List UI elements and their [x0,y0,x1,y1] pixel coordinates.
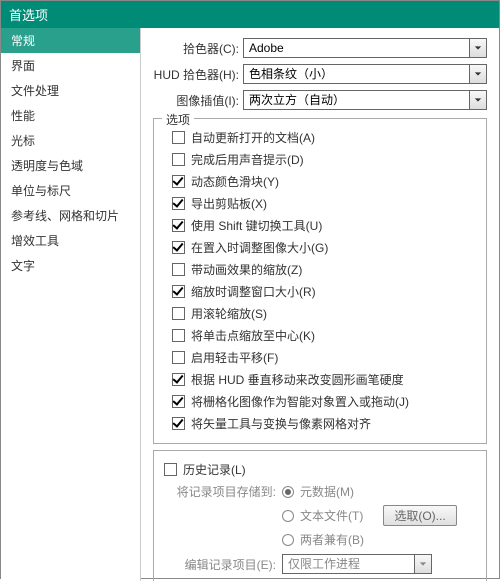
option-label: 将单击点缩放至中心(K) [191,327,315,344]
option-checkbox[interactable] [172,329,185,342]
image-interp-label: 图像插值(I): [153,92,243,109]
content-area: 常规界面文件处理性能光标透明度与色域单位与标尺参考线、网格和切片增效工具文字 拾… [1,28,499,581]
edit-items-value: 仅限工作进程 [282,554,414,574]
image-interp-select[interactable]: 两次立方（自动） [243,90,487,110]
option-checkbox[interactable] [172,351,185,364]
option-label: 使用 Shift 键切换工具(U) [191,217,322,234]
category-sidebar: 常规界面文件处理性能光标透明度与色域单位与标尺参考线、网格和切片增效工具文字 [1,28,141,581]
dropdown-icon[interactable] [469,38,487,58]
sidebar-item[interactable]: 文字 [1,253,140,278]
save-to-radio[interactable] [282,510,294,522]
dropdown-icon[interactable] [414,554,432,574]
sidebar-item[interactable]: 增效工具 [1,228,140,253]
hud-picker-label: HUD 拾色器(H): [153,66,243,83]
radio-label: 两者兼有(B) [300,531,364,548]
option-label: 完成后用声音提示(D) [191,151,304,168]
hud-picker-value: 色相条纹（小） [243,64,469,84]
save-to-radio[interactable] [282,486,294,498]
sidebar-item[interactable]: 透明度与色域 [1,153,140,178]
option-label: 在置入时调整图像大小(G) [191,239,328,256]
option-label: 缩放时调整窗口大小(R) [191,283,316,300]
history-log-checkbox[interactable] [164,463,177,476]
sidebar-item[interactable]: 参考线、网格和切片 [1,203,140,228]
edit-items-select[interactable]: 仅限工作进程 [282,554,432,574]
option-checkbox[interactable] [172,285,185,298]
option-checkbox[interactable] [172,307,185,320]
sidebar-item[interactable]: 单位与标尺 [1,178,140,203]
option-checkbox[interactable] [172,263,185,276]
sidebar-item[interactable]: 光标 [1,128,140,153]
option-label: 将矢量工具与变换与像素网格对齐 [191,415,371,432]
history-log-label: 历史记录(L) [183,461,246,478]
option-checkbox[interactable] [172,219,185,232]
option-label: 根据 HUD 垂直移动来改变圆形画笔硬度 [191,371,404,388]
option-checkbox[interactable] [172,241,185,254]
color-picker-value: Adobe [243,38,469,58]
save-to-label: 将记录项目存储到: [172,483,282,500]
option-label: 带动画效果的缩放(Z) [191,261,302,278]
option-checkbox[interactable] [172,153,185,166]
option-label: 将栅格化图像作为智能对象置入或拖动(J) [191,393,409,410]
history-fieldset: 历史记录(L) 将记录项目存储到: 元数据(M) 文本文件(T) 选取(O)... 两… [153,450,487,581]
image-interp-value: 两次立方（自动） [243,90,469,110]
radio-label: 文本文件(T) [300,507,363,524]
options-fieldset: 选项 自动更新打开的文档(A)完成后用声音提示(D)动态颜色滑块(Y)导出剪贴板… [153,118,487,444]
choose-button[interactable]: 选取(O)... [383,505,456,526]
option-checkbox[interactable] [172,395,185,408]
option-label: 导出剪贴板(X) [191,195,267,212]
sidebar-item[interactable]: 常规 [1,28,140,53]
option-checkbox[interactable] [172,197,185,210]
options-legend: 选项 [162,111,194,128]
option-checkbox[interactable] [172,131,185,144]
main-panel: 拾色器(C): Adobe HUD 拾色器(H): 色相条纹（小） 图像插值(I… [141,28,499,581]
hud-picker-select[interactable]: 色相条纹（小） [243,64,487,84]
sidebar-item[interactable]: 界面 [1,53,140,78]
color-picker-select[interactable]: Adobe [243,38,487,58]
option-checkbox[interactable] [172,175,185,188]
window-title: 首选项 [1,1,499,28]
sidebar-item[interactable]: 文件处理 [1,78,140,103]
dropdown-icon[interactable] [469,90,487,110]
sidebar-item[interactable]: 性能 [1,103,140,128]
save-to-radio[interactable] [282,534,294,546]
radio-label: 元数据(M) [300,483,354,500]
option-label: 启用轻击平移(F) [191,349,278,366]
option-label: 动态颜色滑块(Y) [191,173,279,190]
option-checkbox[interactable] [172,417,185,430]
option-label: 用滚轮缩放(S) [191,305,267,322]
color-picker-label: 拾色器(C): [153,40,243,57]
edit-items-label: 编辑记录项目(E): [172,556,282,573]
dropdown-icon[interactable] [469,64,487,84]
option-label: 自动更新打开的文档(A) [191,129,315,146]
option-checkbox[interactable] [172,373,185,386]
